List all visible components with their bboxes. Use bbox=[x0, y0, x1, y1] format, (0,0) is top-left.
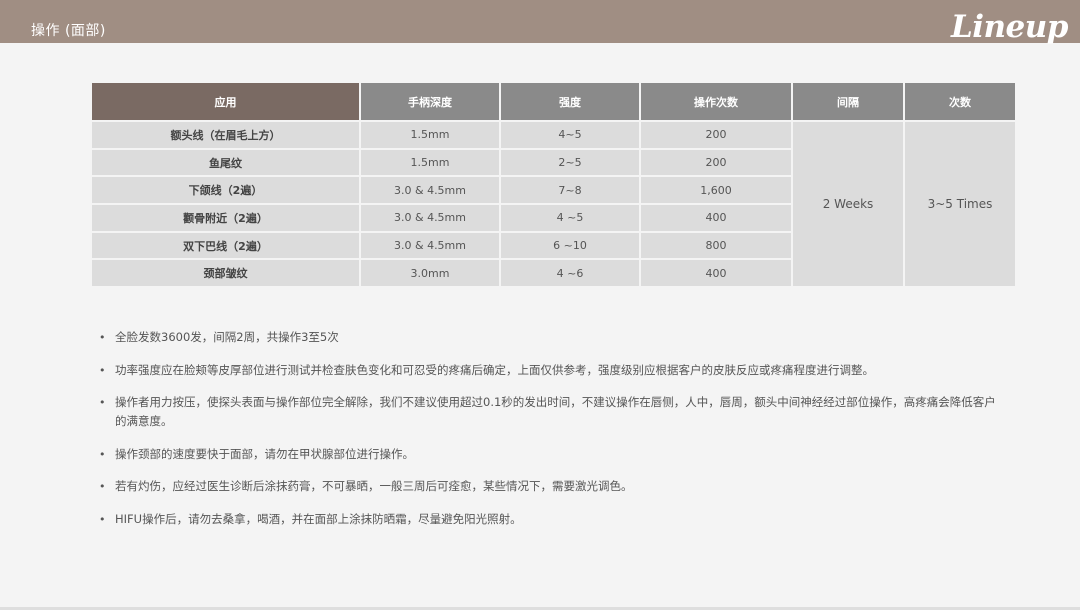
cell-shots: 200 bbox=[641, 149, 791, 176]
bullet-icon: • bbox=[99, 331, 106, 344]
table-row: 额头线（在眉毛上方） 1.5mm 4~5 200 2 Weeks 3~5 Tim… bbox=[92, 122, 1015, 287]
column-header-shots: 操作次数 bbox=[641, 83, 791, 120]
header-bar: 操作 (面部) Lineup bbox=[0, 0, 1080, 45]
note-text: 若有灼伤，应经过医生诊断后涂抹药膏，不可暴晒，一般三周后可痊愈，某些情况下，需要… bbox=[115, 479, 633, 493]
column-header-times: 次数 bbox=[905, 83, 1015, 120]
cell-shots: 200 bbox=[641, 122, 791, 148]
column-header-interval: 间隔 bbox=[793, 83, 903, 120]
column-header-intensity: 强度 bbox=[501, 83, 639, 120]
cell-depth: 3.0mm bbox=[361, 260, 499, 287]
column-header-application: 应用 bbox=[92, 83, 359, 120]
page-title: 操作 (面部) bbox=[31, 23, 106, 39]
cell-intensity: 6 ~10 bbox=[501, 232, 639, 259]
note-text: HIFU操作后，请勿去桑拿，喝酒，并在面部上涂抹防晒霜，尽量避免阳光照射。 bbox=[115, 511, 522, 526]
cell-application: 颧骨附近（2遍） bbox=[92, 205, 359, 231]
note-text: 操作者用力按压，使探头表面与操作部位完全解除，我们不建议使用超过0.1秒的发出时… bbox=[115, 395, 996, 428]
note-text: 全脸发数3600发，间隔2周，共操作3至5次 bbox=[115, 330, 339, 344]
cell-intensity: 2~5 bbox=[501, 149, 639, 176]
note-item: • 操作者用力按压，使探头表面与操作部位完全解除，我们不建议使用超过0.1秒的发出… bbox=[96, 393, 1006, 431]
bullet-icon: • bbox=[99, 480, 106, 493]
cell-intensity: 7~8 bbox=[501, 177, 639, 204]
cell-depth: 3.0 & 4.5mm bbox=[361, 177, 499, 204]
bullet-icon: • bbox=[99, 447, 106, 461]
cell-application: 颈部皱纹 bbox=[92, 260, 359, 287]
bullet-icon: • bbox=[99, 363, 106, 377]
cell-interval: 2 Weeks bbox=[793, 122, 903, 287]
note-text: 操作颈部的速度要快于面部，请勿在甲状腺部位进行操作。 bbox=[115, 446, 414, 461]
cell-intensity: 4 ~6 bbox=[501, 260, 639, 287]
bullet-icon: • bbox=[99, 396, 106, 409]
cell-depth: 1.5mm bbox=[361, 122, 499, 148]
treatment-table: 应用 手柄深度 强度 操作次数 间隔 次数 额头线（在眉毛上方） 1.5mm 4… bbox=[90, 81, 1017, 288]
column-header-depth: 手柄深度 bbox=[361, 83, 499, 120]
notes-list: • 全脸发数3600发，间隔2周，共操作3至5次 • 功率强度应在脸颊等皮厚部位进行… bbox=[96, 328, 1006, 542]
cell-intensity: 4 ~5 bbox=[501, 205, 639, 231]
cell-application: 鱼尾纹 bbox=[92, 149, 359, 176]
cell-times: 3~5 Times bbox=[905, 122, 1015, 287]
cell-shots: 400 bbox=[641, 205, 791, 231]
note-item: • 全脸发数3600发，间隔2周，共操作3至5次 bbox=[96, 328, 1006, 347]
cell-depth: 3.0 & 4.5mm bbox=[361, 232, 499, 259]
cell-application: 双下巴线（2遍） bbox=[92, 232, 359, 259]
cell-intensity: 4~5 bbox=[501, 122, 639, 148]
note-item: • 功率强度应在脸颊等皮厚部位进行测试并检查肤色变化和可忍受的疼痛后确定，上面仅供… bbox=[96, 361, 1006, 380]
cell-application: 下颌线（2遍） bbox=[92, 177, 359, 204]
note-item: • 若有灼伤，应经过医生诊断后涂抹药膏，不可暴晒，一般三周后可痊愈，某些情况下，需… bbox=[96, 477, 1006, 496]
note-text: 功率强度应在脸颊等皮厚部位进行测试并检查肤色变化和可忍受的疼痛后确定，上面仅供参… bbox=[115, 362, 874, 377]
cell-application: 额头线（在眉毛上方） bbox=[92, 122, 359, 148]
note-item: • 操作颈部的速度要快于面部，请勿在甲状腺部位进行操作。 bbox=[96, 445, 1006, 464]
cell-shots: 800 bbox=[641, 232, 791, 259]
cell-depth: 3.0 & 4.5mm bbox=[361, 205, 499, 231]
brand-logo: Lineup bbox=[950, 9, 1069, 45]
cell-shots: 400 bbox=[641, 260, 791, 287]
note-item: • HIFU操作后，请勿去桑拿，喝酒，并在面部上涂抹防晒霜，尽量避免阳光照射。 bbox=[96, 510, 1006, 529]
table-header-row: 应用 手柄深度 强度 操作次数 间隔 次数 bbox=[92, 83, 1015, 120]
cell-depth: 1.5mm bbox=[361, 149, 499, 176]
bullet-icon: • bbox=[99, 512, 106, 526]
cell-shots: 1,600 bbox=[641, 177, 791, 204]
